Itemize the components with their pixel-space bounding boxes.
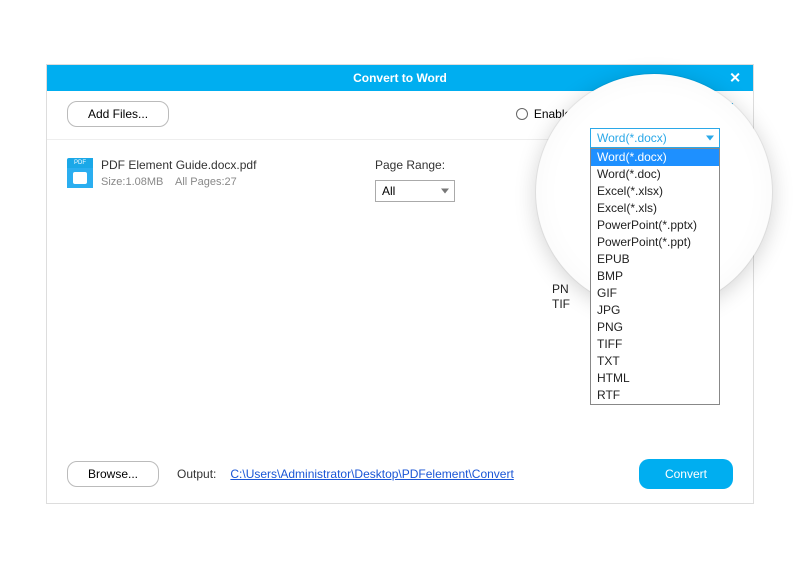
format-option[interactable]: Excel(*.xlsx)	[591, 183, 719, 200]
format-option[interactable]: Word(*.doc)	[591, 166, 719, 183]
format-option[interactable]: PowerPoint(*.ppt)	[591, 234, 719, 251]
format-option[interactable]: PNG	[591, 319, 719, 336]
pdf-icon-top: PDF	[67, 158, 93, 168]
format-dropdown[interactable]: Word(*.docx)Word(*.doc)Excel(*.xlsx)Exce…	[590, 148, 720, 405]
add-files-button[interactable]: Add Files...	[67, 101, 169, 127]
format-option[interactable]: PowerPoint(*.pptx)	[591, 217, 719, 234]
file-name: PDF Element Guide.docx.pdf	[101, 158, 256, 172]
browse-button[interactable]: Browse...	[67, 461, 159, 487]
dialog-title: Convert to Word	[353, 71, 447, 85]
output-path-link[interactable]: C:\Users\Administrator\Desktop\PDFelemen…	[230, 467, 513, 481]
format-select-zoom-value: Word(*.docx)	[597, 131, 667, 145]
browse-label: Browse...	[88, 467, 138, 481]
page-range-label: Page Range:	[375, 158, 555, 172]
format-option[interactable]: Excel(*.xls)	[591, 200, 719, 217]
convert-button[interactable]: Convert	[639, 459, 733, 489]
file-item[interactable]: PDF PDF Element Guide.docx.pdf Size:1.08…	[67, 158, 367, 202]
page-range-select[interactable]: All	[375, 180, 455, 202]
page-range-section: Page Range: All	[375, 158, 555, 202]
pdf-icon-body	[67, 168, 93, 188]
format-option[interactable]: HTML	[591, 370, 719, 387]
format-select-zoom[interactable]: Word(*.docx)	[590, 128, 720, 148]
overflow-text: TIF	[552, 297, 570, 311]
format-option[interactable]: TIFF	[591, 336, 719, 353]
format-option[interactable]: TXT	[591, 353, 719, 370]
page-range-value: All	[382, 184, 395, 198]
magnifier-lens: Word(*.docx) Word(*.docx)Word(*.doc)Exce…	[536, 74, 772, 310]
file-meta: PDF Element Guide.docx.pdf Size:1.08MB A…	[101, 158, 256, 188]
footer: Browse... Output: C:\Users\Administrator…	[67, 459, 733, 489]
file-details: Size:1.08MB All Pages:27	[101, 176, 256, 188]
format-option[interactable]: BMP	[591, 268, 719, 285]
close-icon[interactable]: ✕	[725, 70, 745, 87]
overflow-text: PN	[552, 282, 569, 296]
format-option[interactable]: EPUB	[591, 251, 719, 268]
file-pages: All Pages:27	[175, 176, 237, 188]
format-option[interactable]: GIF	[591, 285, 719, 302]
chevron-down-icon	[706, 136, 714, 141]
add-files-label: Add Files...	[88, 107, 148, 121]
format-option[interactable]: RTF	[591, 387, 719, 404]
radio-icon	[516, 108, 528, 120]
format-option[interactable]: JPG	[591, 302, 719, 319]
convert-label: Convert	[665, 467, 707, 481]
pdf-file-icon: PDF	[67, 158, 93, 188]
file-size: Size:1.08MB	[101, 176, 163, 188]
format-option[interactable]: Word(*.docx)	[591, 149, 719, 166]
output-label: Output:	[177, 467, 216, 481]
chevron-down-icon	[441, 189, 449, 194]
